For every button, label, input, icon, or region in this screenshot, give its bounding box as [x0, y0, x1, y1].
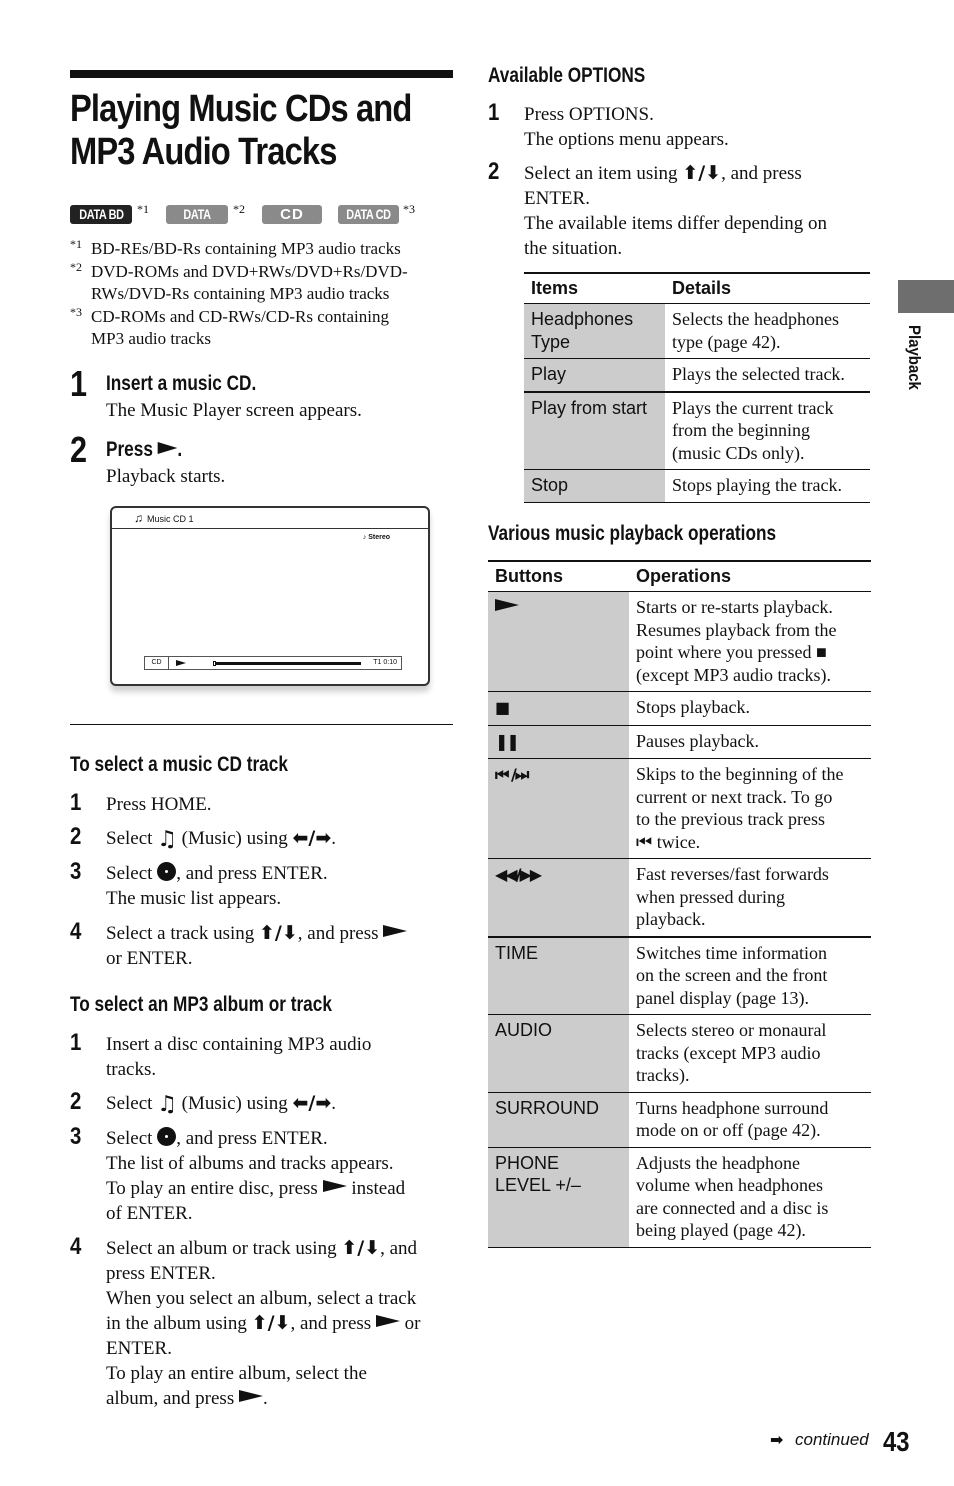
- options-step-1: 1 Press OPTIONS. The options menu appears…: [488, 99, 729, 150]
- cd-step-1: 1 Press HOME.: [70, 789, 212, 816]
- music-icon: ♫: [157, 1091, 177, 1117]
- cd-step-4: 4 Select a track using ⬆/⬇, and press or…: [70, 919, 453, 971]
- play-icon: [375, 1315, 400, 1327]
- footnote-1: *1 BD-REs/BD-Rs containing MP3 audio trac…: [70, 237, 401, 258]
- step-heading: Press .: [106, 438, 183, 461]
- step-description: Playback starts.: [106, 466, 226, 487]
- table-row: PHONE LEVEL +/– Adjusts the headphone vol…: [488, 1147, 871, 1248]
- table-row: Play from start Plays the current track f…: [524, 391, 870, 470]
- disc-icon: [157, 862, 177, 881]
- up-down-arrows-icon: ⬆/⬇: [341, 1237, 381, 1259]
- music-note-icon: ♫: [134, 511, 143, 525]
- track-time: T1 0:10: [373, 659, 397, 666]
- play-icon: [495, 599, 519, 611]
- table-row: Play Plays the selected track.: [524, 358, 870, 393]
- music-icon: ♫: [157, 826, 177, 852]
- table-row: ⏮ /⏭ Skips to the beginning of the curren…: [488, 758, 871, 859]
- play-icon: [176, 660, 186, 666]
- badge-data-dvd: DATA DVD: [166, 205, 228, 241]
- music-player-screen: ♫ Music CD 1 ♪ Stereo CD T1 0:10: [110, 506, 430, 686]
- table-row: AUDIO Selects stereo or monaural tracks (…: [488, 1014, 871, 1093]
- up-down-arrows-icon: ⬆/⬇: [251, 1312, 291, 1334]
- table-row: Starts or re-starts playback. Resumes pla…: [488, 591, 871, 692]
- badge-data-bd: DATA BD: [70, 205, 132, 224]
- audio-mode: ♪ Stereo: [362, 534, 390, 541]
- step-description: The Music Player screen appears.: [106, 400, 362, 421]
- badge-note-1: *1: [137, 202, 149, 216]
- badge-cd: CD: [262, 205, 322, 224]
- section-heading-cd-track: To select a music CD track: [70, 753, 288, 776]
- column-header-items: Items: [524, 272, 665, 304]
- pause-icon: ❚❚: [495, 731, 520, 751]
- badge-note-2: *2: [233, 202, 245, 216]
- step-number: 2: [70, 429, 88, 470]
- operations-table: Buttons Operations Starts or re-starts p…: [488, 560, 871, 1248]
- left-right-arrows-icon: ⬅/➡: [292, 1092, 332, 1114]
- section-heading-options: Available OPTIONS: [488, 64, 646, 87]
- page-title-line-2: MP3 Audio Tracks: [70, 131, 337, 173]
- badge-data-cd: DATA CD: [338, 205, 399, 224]
- progress-indicator: [213, 661, 216, 666]
- play-icon: [238, 1390, 263, 1402]
- step-heading: Insert a music CD.: [106, 372, 257, 395]
- footnote-3: *3 CD-ROMs and CD-RWs/CD-Rs containing MP3…: [70, 304, 389, 349]
- up-down-arrows-icon: ⬆/⬇: [682, 162, 722, 184]
- fast-reverse-forward-icon: ◀◀/▶▶: [495, 865, 542, 884]
- disc-icon: [157, 1127, 177, 1146]
- play-icon: [322, 1180, 347, 1192]
- table-row: ■ Stops playback.: [488, 691, 871, 726]
- table-row: ◀◀/▶▶ Fast reverses/fast forwards when pr…: [488, 858, 871, 938]
- column-header-buttons: Buttons: [488, 560, 629, 592]
- mp3-step-3: 3 Select , and press ENTER. The list of …: [70, 1123, 406, 1224]
- side-tab-label: Playback: [905, 325, 924, 390]
- table-row: ❚❚ Pauses playback.: [488, 725, 871, 759]
- cd-step-3: 3 Select , and press ENTER. The music lis…: [70, 858, 328, 909]
- options-step-2: 2 Select an item using ⬆/⬇, and press EN…: [488, 158, 828, 259]
- mp3-step-2: 2 Select ♫ (Music) using ⬅/➡.: [70, 1088, 337, 1117]
- cd-step-2: 2 Select ♫ (Music) using ⬅/➡.: [70, 823, 337, 852]
- left-right-arrows-icon: ⬅/➡: [292, 827, 332, 849]
- footnote-2: *2 DVD-ROMs and DVD+RWs/DVD+Rs/DVD- RWs/DV…: [70, 259, 408, 304]
- page-title: Playing Music CDs and MP3 Audio Tracks: [70, 88, 457, 174]
- section-heading-mp3: To select an MP3 album or track: [70, 993, 332, 1016]
- options-table: Items Details Headphones Type Selects the…: [524, 272, 870, 503]
- table-header-row: Buttons Operations: [488, 560, 871, 592]
- disc-label: CD: [145, 657, 169, 669]
- stop-icon: ■: [495, 698, 510, 717]
- play-icon: [157, 442, 178, 454]
- badge-note-3: *3: [403, 202, 415, 216]
- disc-type-badges: DATA BD *1 DATA DVD *2 CD DATA CD *3: [70, 202, 453, 241]
- page-number: 43: [883, 1426, 910, 1457]
- section-heading-operations: Various music playback operations: [488, 522, 777, 545]
- table-row: Headphones Type Selects the headphones typ…: [524, 303, 870, 359]
- table-row: TIME Switches time information on the scr…: [488, 936, 871, 1015]
- step-number: 1: [70, 363, 88, 404]
- table-row: SURROUND Turns headphone surround mode on…: [488, 1092, 871, 1148]
- mp3-step-4: 4 Select an album or track using ⬆/⬇, an…: [70, 1233, 421, 1409]
- page-title-line-1: Playing Music CDs and: [70, 88, 412, 130]
- section-side-tab: [898, 280, 954, 313]
- left-column: Playing Music CDs and MP3 Audio Tracks D…: [70, 70, 453, 1409]
- footnotes: *1 BD-REs/BD-Rs containing MP3 audio trac…: [70, 237, 453, 351]
- table-header-row: Items Details: [524, 272, 870, 304]
- play-icon: [383, 925, 408, 937]
- table-row: Stop Stops playing the track.: [524, 469, 870, 503]
- section-divider: [70, 724, 453, 725]
- continued-label: continued: [795, 1430, 869, 1449]
- progress-track: [215, 662, 361, 665]
- playback-bar: CD T1 0:10: [144, 656, 402, 670]
- mp3-step-1: 1 Insert a disc containing MP3 audio trac…: [70, 1029, 372, 1080]
- skip-previous-next-icon: ⏮ /⏭: [495, 765, 529, 784]
- screen-header: ♫ Music CD 1: [112, 508, 428, 529]
- column-header-operations: Operations: [629, 560, 871, 592]
- column-header-details: Details: [665, 272, 870, 304]
- up-down-arrows-icon: ⬆/⬇: [259, 922, 298, 944]
- title-rule: [70, 70, 453, 78]
- continued-arrow-icon: ➡: [770, 1430, 784, 1449]
- note-icon: ♪: [362, 534, 367, 541]
